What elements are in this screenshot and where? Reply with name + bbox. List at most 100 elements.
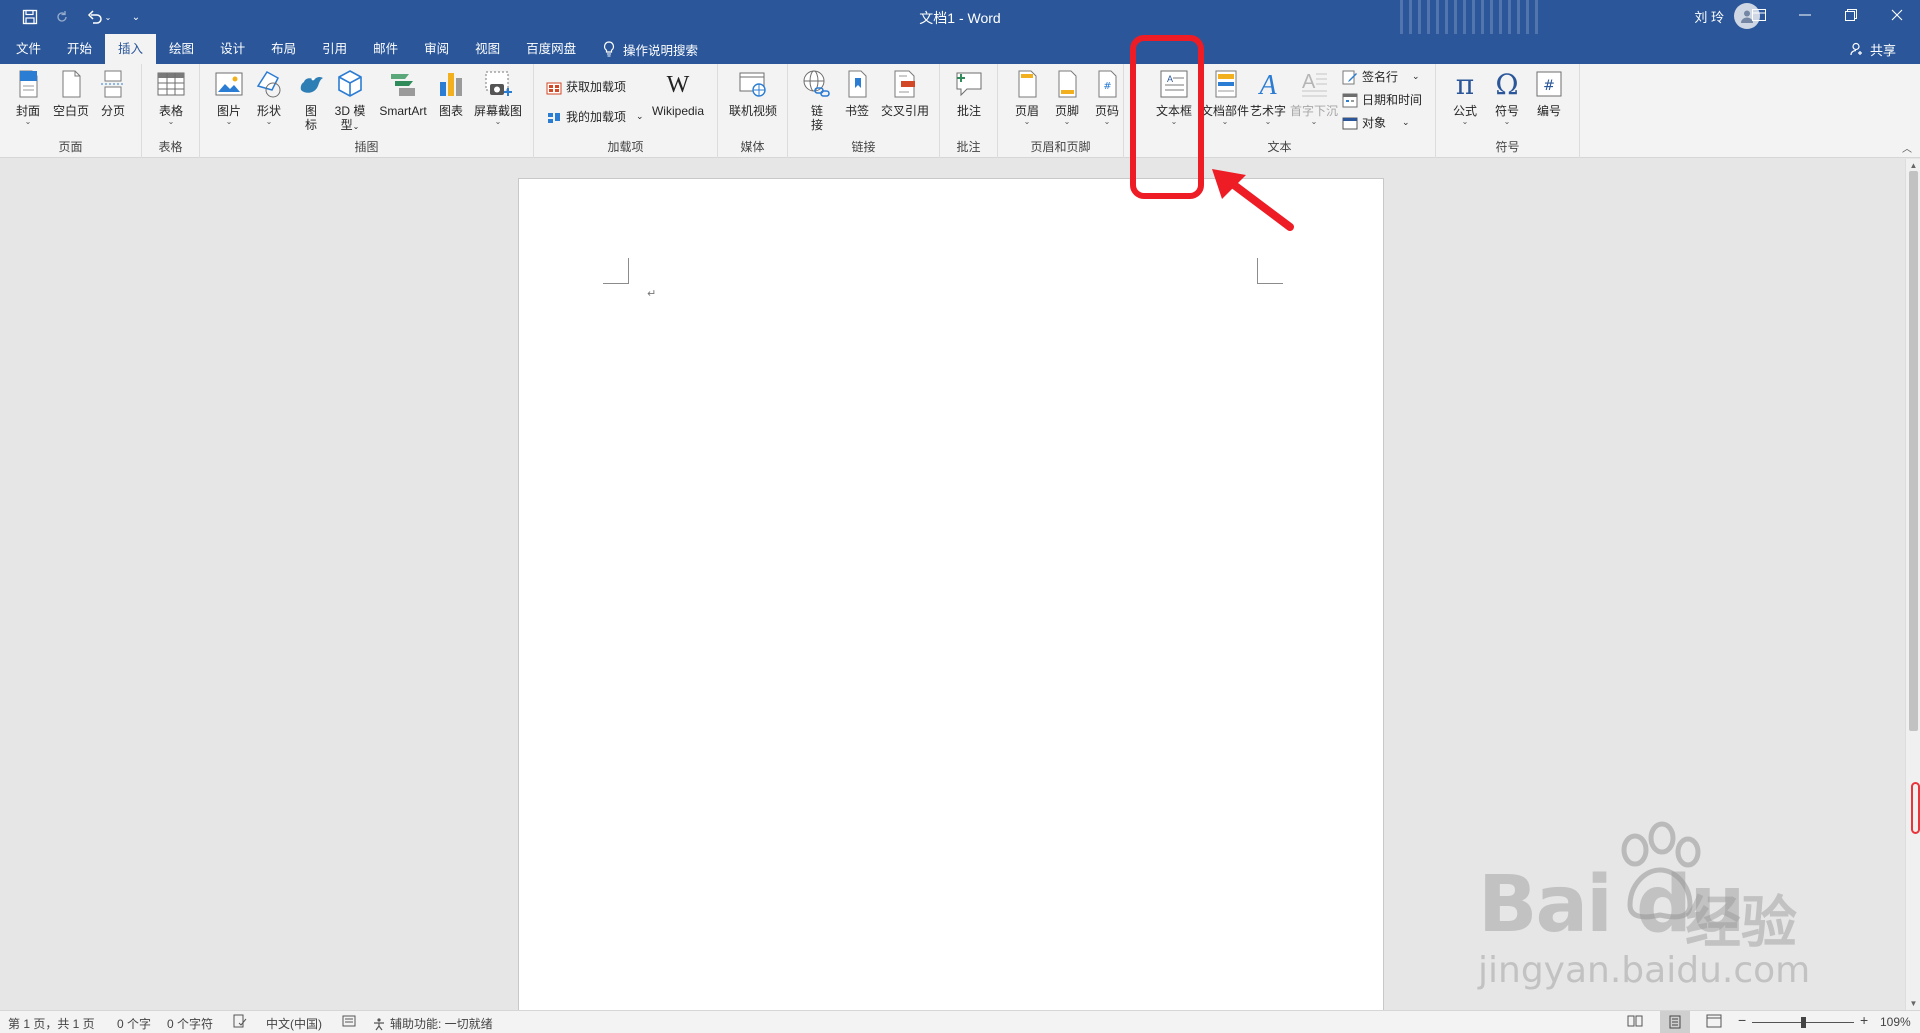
cover-page-button[interactable]: 封面 ⌄	[12, 68, 44, 126]
annotation-highlight-box	[1130, 35, 1204, 199]
tab-mailings[interactable]: 邮件	[360, 34, 411, 64]
footer-button[interactable]: 页脚 ⌄	[1050, 68, 1084, 126]
print-layout-icon[interactable]	[1660, 1011, 1690, 1033]
tab-insert[interactable]: 插入	[105, 34, 157, 64]
scroll-up-icon[interactable]: ▲	[1906, 161, 1920, 170]
screenshot-label: 屏幕截图	[473, 104, 522, 118]
numbering-label: 编号	[1536, 104, 1561, 118]
svg-text:W: W	[667, 72, 690, 98]
zoom-level[interactable]: 109%	[1880, 1015, 1911, 1029]
quick-parts-icon	[1215, 70, 1237, 98]
vertical-scrollbar[interactable]: ▲ ▼	[1905, 159, 1920, 1010]
close-icon[interactable]	[1874, 0, 1920, 30]
wordart-button[interactable]: A 艺术字 ⌄	[1246, 68, 1290, 126]
picture-label: 图片	[216, 104, 241, 118]
tab-review[interactable]: 审阅	[411, 34, 462, 64]
minimize-icon[interactable]	[1782, 0, 1828, 30]
bookmark-label: 书签	[844, 104, 869, 118]
quick-parts-button[interactable]: 文档部件 ⌄	[1200, 68, 1250, 126]
date-time-label: 日期和时间	[1362, 93, 1423, 107]
tab-layout[interactable]: 布局	[258, 34, 309, 64]
tab-view[interactable]: 视图	[462, 34, 513, 64]
tab-baidu-netdisk[interactable]: 百度网盘	[513, 34, 589, 64]
proofing-icon[interactable]	[233, 1014, 247, 1031]
drop-cap-icon: A	[1302, 71, 1327, 97]
status-char-count[interactable]: 0 个字符	[167, 1015, 213, 1032]
my-addins-label: 我的加载项	[566, 110, 627, 124]
new-comment-button[interactable]: 批注	[952, 68, 986, 118]
paragraph-mark-icon: ↵	[647, 288, 657, 300]
accessibility-status[interactable]: 辅助功能: 一切就绪	[372, 1015, 493, 1032]
document-page[interactable]: ↵	[518, 178, 1384, 1013]
equation-button[interactable]: π 公式 ⌄	[1448, 68, 1482, 126]
shapes-icon	[256, 71, 281, 98]
blank-page-button[interactable]: 空白页	[50, 68, 92, 118]
icons-button[interactable]: 图标	[294, 68, 328, 132]
blank-page-icon	[62, 70, 81, 98]
zoom-out-icon[interactable]: −	[1738, 1012, 1746, 1028]
cover-page-icon	[19, 70, 38, 98]
tell-me-search[interactable]: 操作说明搜索	[603, 34, 698, 64]
scrollbar-thumb[interactable]	[1909, 171, 1918, 731]
group-symbols: π 公式 ⌄ Ω 符号 ⌄ # 编号 符号	[1436, 64, 1580, 158]
get-addins-button[interactable]: 获取加载项	[546, 78, 626, 95]
calendar-icon	[1342, 93, 1358, 107]
share-button[interactable]: 共享	[1850, 34, 1896, 64]
numbering-button[interactable]: # 编号	[1532, 68, 1566, 118]
page-number-button[interactable]: # 页码 ⌄	[1090, 68, 1124, 126]
scroll-down-icon[interactable]: ▼	[1906, 999, 1920, 1008]
store-icon	[546, 82, 562, 94]
object-button[interactable]: 对象 ⌄	[1342, 114, 1410, 131]
wordart-icon: A	[1257, 70, 1277, 100]
tab-draw[interactable]: 绘图	[156, 34, 207, 64]
shapes-button[interactable]: 形状 ⌄	[252, 68, 286, 126]
status-language[interactable]: 中文(中国)	[266, 1015, 322, 1032]
ribbon-tabs: 文件 开始 插入 绘图 设计 布局 引用 邮件 审阅 视图 百度网盘	[0, 34, 589, 64]
macro-record-icon[interactable]	[342, 1014, 356, 1031]
3d-models-button[interactable]: 3D 模型⌄	[330, 68, 370, 134]
group-symbols-label: 符号	[1495, 140, 1520, 154]
chart-button[interactable]: 图表	[434, 68, 468, 118]
collapse-ribbon-icon[interactable]: ︿	[1902, 140, 1912, 155]
cross-reference-button[interactable]: 交叉引用	[878, 68, 932, 118]
3d-models-label-1: 3D 模	[334, 104, 366, 118]
signature-line-icon	[1342, 70, 1357, 84]
tab-design[interactable]: 设计	[207, 34, 258, 64]
drop-cap-button[interactable]: A 首字下沉 ⌄	[1288, 68, 1340, 126]
wordart-label: 艺术字	[1249, 104, 1286, 118]
tab-references[interactable]: 引用	[309, 34, 360, 64]
link-button[interactable]: 链接	[800, 68, 834, 132]
quick-parts-label: 文档部件	[1200, 104, 1249, 118]
web-layout-icon[interactable]	[1706, 1014, 1722, 1031]
date-time-button[interactable]: 日期和时间	[1342, 91, 1422, 108]
equation-label: 公式	[1452, 104, 1477, 118]
signature-line-button[interactable]: 签名行 ⌄	[1342, 68, 1420, 85]
shapes-label: 形状	[256, 104, 281, 118]
numbering-icon: #	[1536, 71, 1562, 97]
header-button[interactable]: 页眉 ⌄	[1010, 68, 1044, 126]
page-break-button[interactable]: 分页	[96, 68, 130, 118]
smartart-button[interactable]: SmartArt	[376, 68, 430, 118]
zoom-slider-thumb[interactable]	[1801, 1017, 1806, 1028]
online-video-button[interactable]: 联机视频	[726, 68, 780, 118]
status-word-count[interactable]: 0 个字	[117, 1015, 151, 1032]
tab-home[interactable]: 开始	[54, 34, 105, 64]
symbol-button[interactable]: Ω 符号 ⌄	[1490, 68, 1524, 126]
my-addins-button[interactable]: 我的加载项 ⌄	[546, 108, 644, 125]
get-addins-label: 获取加载项	[566, 80, 627, 94]
person-icon	[1850, 42, 1862, 56]
table-button[interactable]: 表格 ⌄	[154, 68, 188, 126]
group-illustrations: 图片 ⌄ 形状 ⌄ 图标 3D 模型⌄ SmartArt 图表 屏幕截图 ⌄ 插图	[200, 64, 534, 158]
window-title: 文档1 - Word	[919, 10, 1001, 26]
wikipedia-button[interactable]: W Wikipedia	[646, 68, 710, 118]
status-page-count[interactable]: 第 1 页，共 1 页	[8, 1015, 95, 1032]
restore-icon[interactable]	[1828, 0, 1874, 30]
picture-button[interactable]: 图片 ⌄	[212, 68, 246, 126]
screenshot-button[interactable]: 屏幕截图 ⌄	[472, 68, 524, 126]
bookmark-button[interactable]: 书签	[840, 68, 874, 118]
tab-file[interactable]: 文件	[0, 34, 54, 64]
margin-marker-top-right	[1257, 258, 1283, 284]
read-mode-icon[interactable]	[1627, 1014, 1643, 1031]
ribbon-display-options-icon[interactable]	[1736, 0, 1782, 30]
zoom-in-icon[interactable]: +	[1860, 1012, 1868, 1028]
